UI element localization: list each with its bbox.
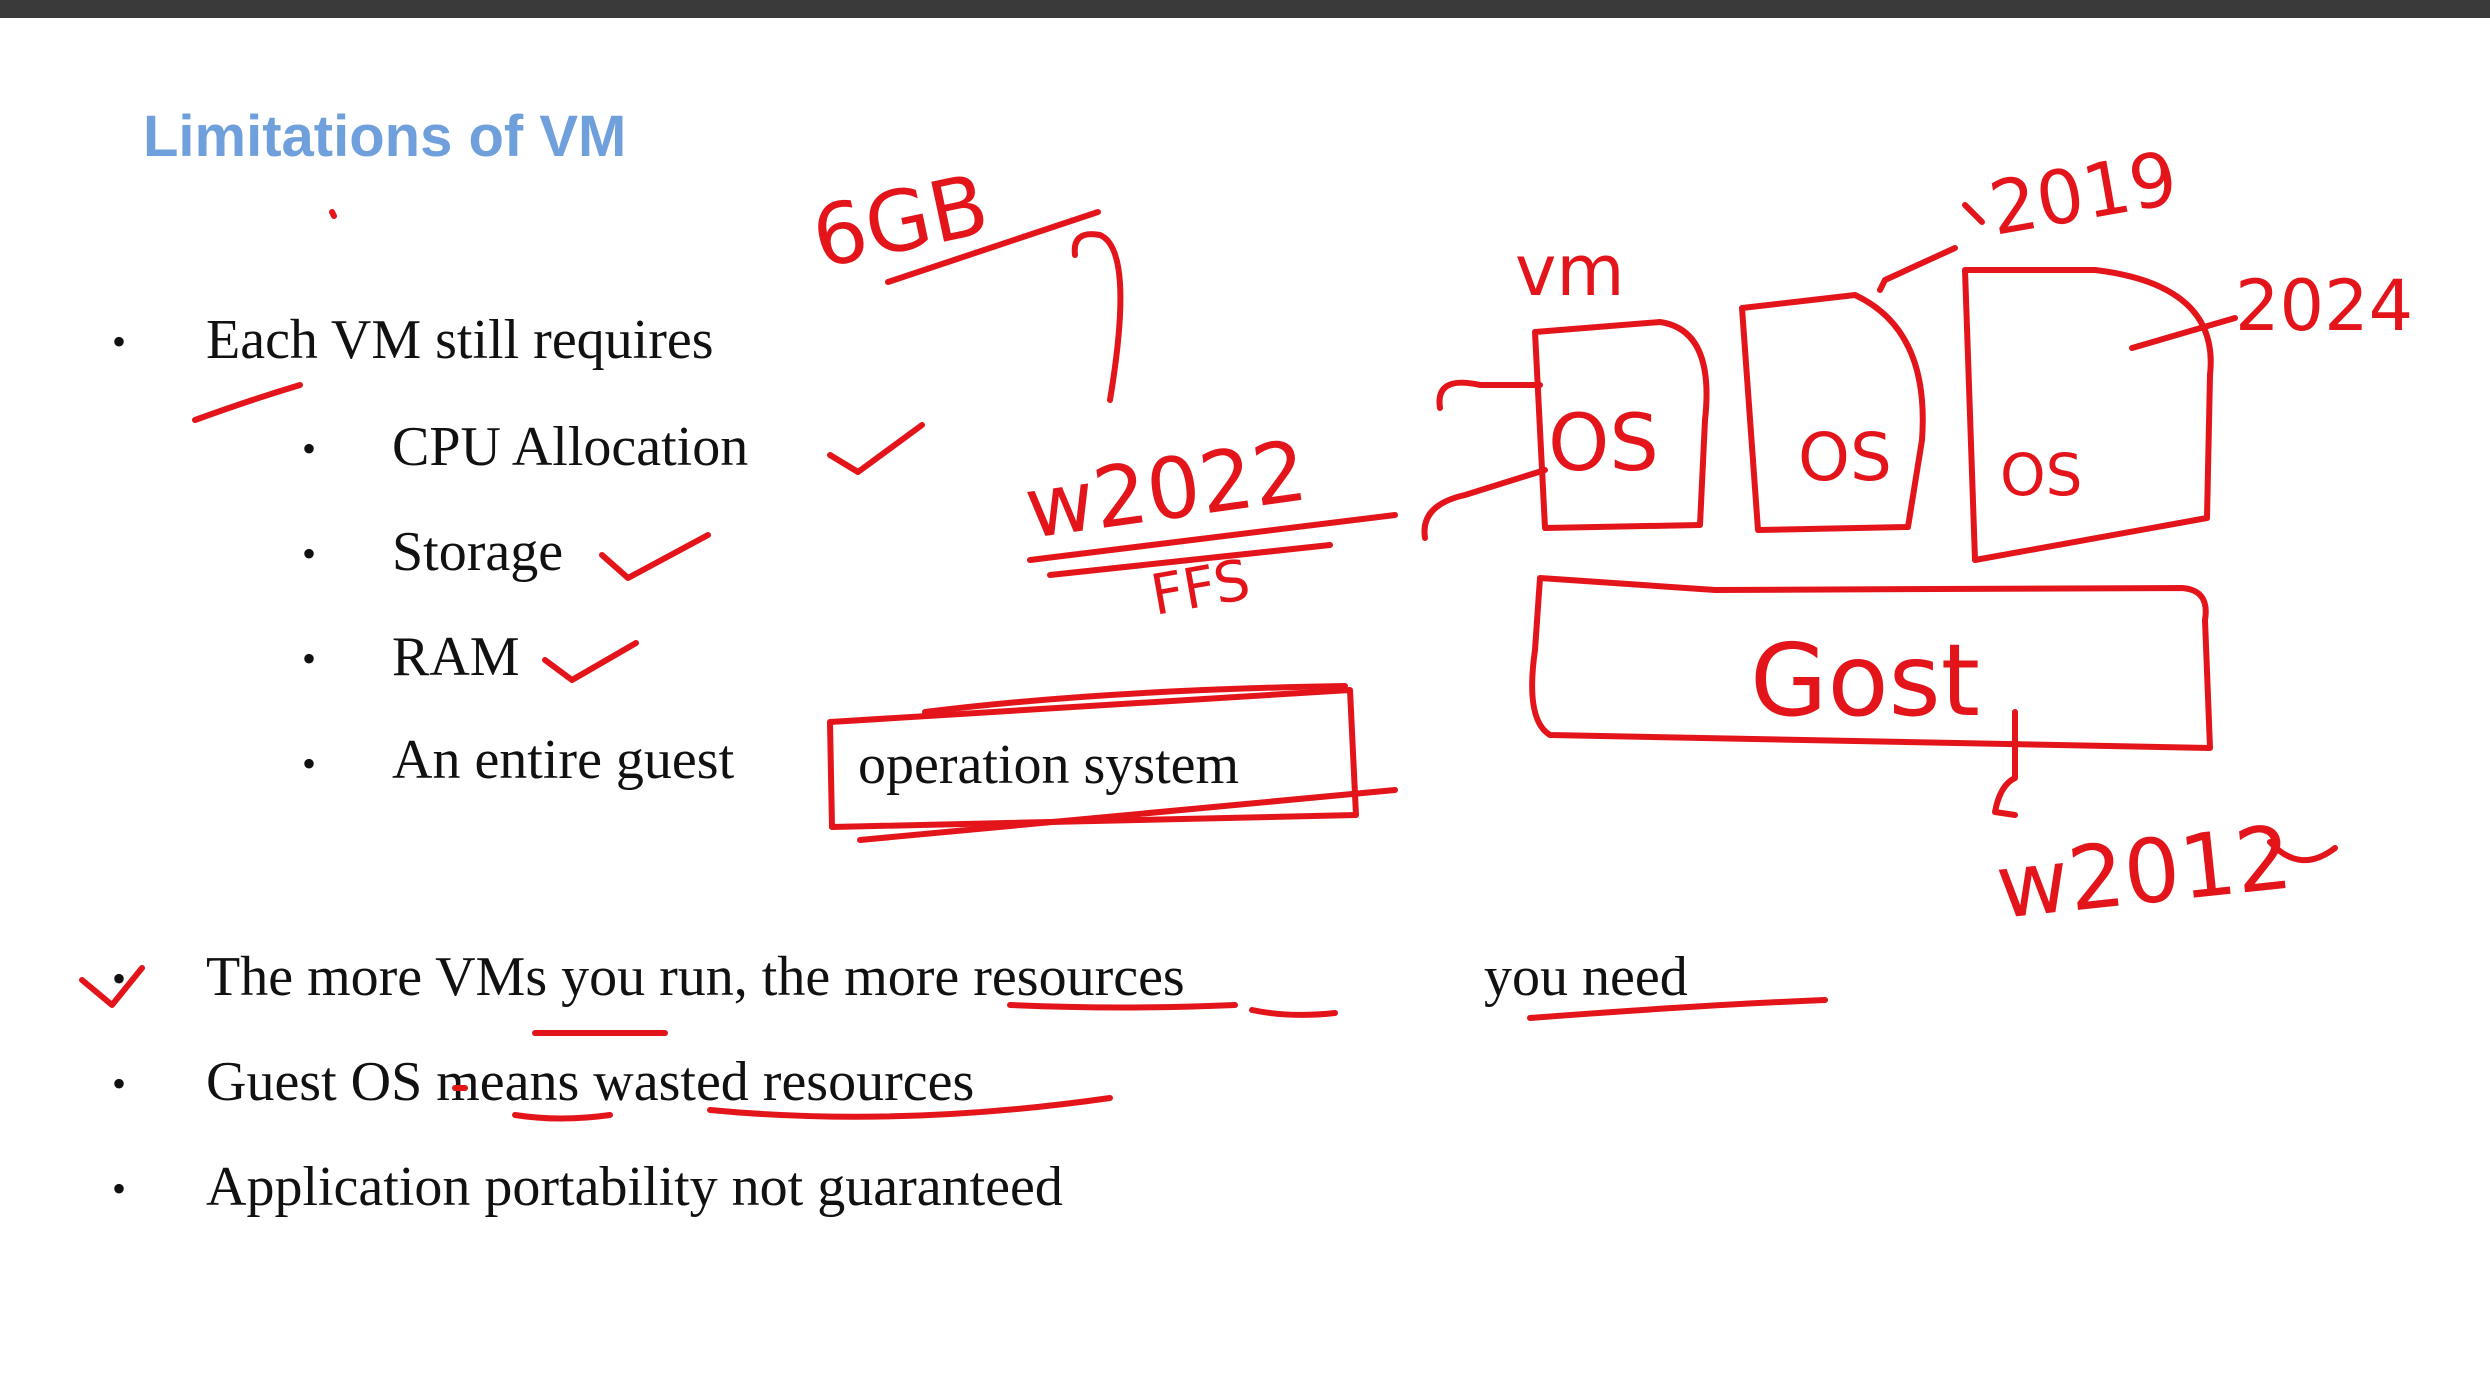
wasted-resources-underline — [707, 1095, 1113, 1120]
vm-label: vm — [1515, 230, 1625, 312]
w2022-strike-label: FFS — [1146, 548, 1255, 629]
means-underline — [512, 1112, 613, 1122]
ink-dot — [329, 209, 337, 219]
vm-connector-bottom — [1421, 467, 1548, 541]
more-vms-check-icon — [79, 965, 145, 1008]
ink-annotations: 6GB w2022 FFS vm OS OS OS 2019 2024 Gost… — [79, 135, 2413, 1122]
year-tick-2019 — [1962, 202, 1985, 225]
year-2019-label: 2019 — [1983, 135, 2183, 252]
year-2024-arrow — [2129, 315, 2238, 351]
w2022-label: w2022 — [1019, 421, 1312, 557]
ram-check-icon — [542, 640, 639, 683]
os-box-top — [922, 683, 1348, 715]
storage-check-icon — [599, 532, 711, 581]
cpu-check-icon — [827, 422, 925, 475]
each-underline — [192, 382, 303, 423]
more-resources-underline-1 — [1007, 1002, 1238, 1011]
year-2024-label: 2024 — [2235, 265, 2413, 347]
gb-label: 6GB — [804, 155, 997, 287]
host-os-label: w2012 — [1991, 806, 2296, 939]
vm-connector-top — [1436, 379, 1543, 411]
os-box — [827, 687, 1359, 830]
os-label-1: OS — [1548, 399, 1659, 489]
more-resources-underline-2 — [1249, 1007, 1338, 1018]
host-label: Gost — [1750, 622, 1980, 739]
need-underline — [1527, 997, 1828, 1021]
gb-arrow — [1071, 231, 1124, 403]
os-label-2: OS — [1798, 419, 1892, 496]
os-label-3: OS — [2000, 441, 2082, 509]
os-box-3 — [1962, 267, 2214, 563]
year-2019-arrow — [1877, 245, 1958, 293]
host-os-connector — [1992, 709, 2018, 818]
